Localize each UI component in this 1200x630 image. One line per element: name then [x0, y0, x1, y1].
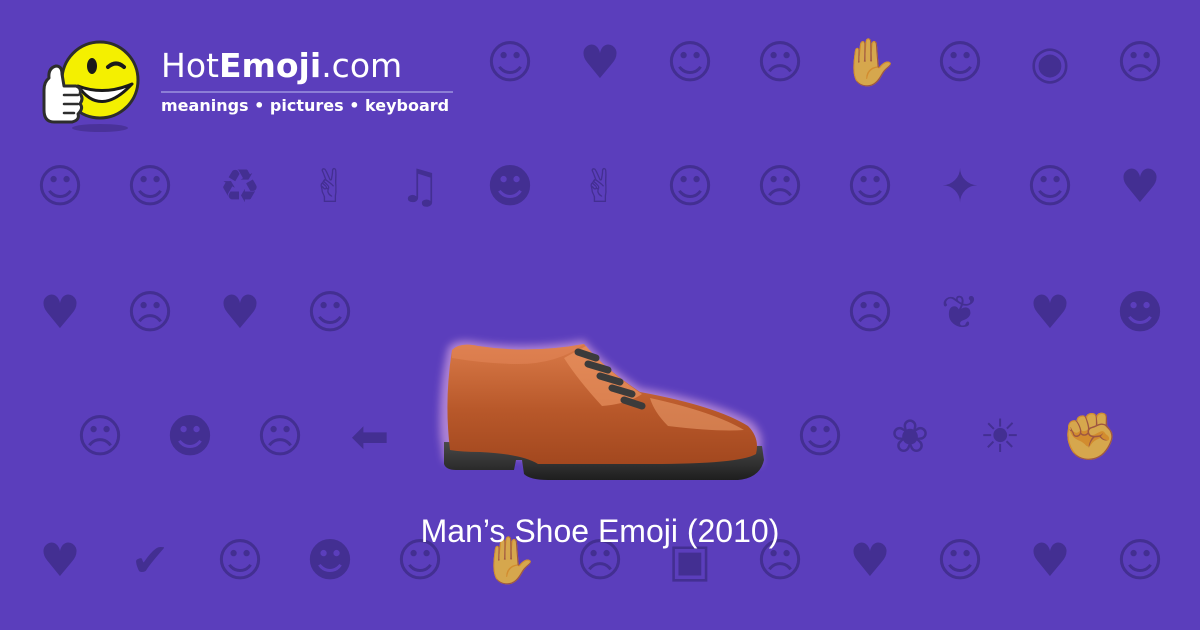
emoji-caption: Man’s Shoe Emoji (2010): [420, 513, 780, 549]
monkey-icon: ☻: [1116, 285, 1164, 339]
grinning-face-icon: ☺: [1026, 159, 1074, 213]
winking-kiss-icon: ☺: [486, 35, 534, 89]
winking-tongue-face-icon: ☺: [306, 285, 354, 339]
screaming-face-icon: ☹: [76, 409, 124, 463]
music-notes-icon: ♫: [399, 159, 441, 213]
hero-emoji: [418, 318, 782, 498]
site-name-prefix: Hot: [161, 46, 219, 85]
pensive-face-icon: ☹: [756, 159, 804, 213]
heart-icon: ♥: [1029, 285, 1071, 339]
anguished-face-icon: ☹: [846, 285, 894, 339]
sleeping-face-icon: ☺: [666, 159, 714, 213]
sparkles-icon: ✦: [940, 159, 980, 213]
neutral-face-icon: ☺: [936, 35, 984, 89]
ok-hand-icon: ✋: [841, 35, 899, 89]
grinning-face-icon: ☺: [846, 159, 894, 213]
recycle-icon: ♻: [219, 159, 261, 213]
site-tagline: meanings • pictures • keyboard: [161, 96, 450, 115]
site-name[interactable]: HotEmoji.com: [161, 44, 402, 88]
weary-face-icon: ☹: [756, 35, 804, 89]
see-no-evil-monkey-icon: ☻: [486, 159, 534, 213]
flexed-biceps-icon: ✊: [1061, 409, 1119, 463]
site-name-suffix: .com: [321, 46, 403, 85]
eyes-icon: ◉: [1029, 35, 1071, 89]
thumbs-up-smiley-icon: [42, 40, 140, 132]
grimacing-face-icon: ☺: [126, 159, 174, 213]
angry-face-icon: ☹: [256, 409, 304, 463]
sun-icon: ☀: [979, 409, 1021, 463]
squinting-tongue-face-icon: ☺: [796, 409, 844, 463]
broken-heart-icon: ♥: [39, 285, 81, 339]
striped-heart-icon: ♥: [1119, 159, 1161, 213]
relieved-face-icon: ☺: [36, 159, 84, 213]
confused-face-icon: ☹: [126, 285, 174, 339]
site-name-bold: Emoji: [218, 46, 322, 85]
smiling-face-icon: ☺: [666, 35, 714, 89]
striped-heart-icon: ♥: [219, 285, 261, 339]
unamused-face-icon: ☹: [1116, 35, 1164, 89]
brand-divider: [161, 91, 453, 93]
left-arrow-icon: ⬅: [350, 409, 390, 463]
two-hearts-icon: ♥: [579, 35, 621, 89]
victory-hand-icon: ✌: [580, 159, 620, 213]
raising-hands-icon: ✌: [310, 159, 350, 213]
smiling-imp-icon: ☻: [166, 409, 214, 463]
site-brand[interactable]: HotEmoji.com meanings • pictures • keybo…: [40, 34, 460, 134]
rose-icon: ❀: [890, 409, 930, 463]
mans-shoe-icon: [439, 340, 764, 480]
revolving-hearts-icon: ❦: [940, 285, 980, 339]
